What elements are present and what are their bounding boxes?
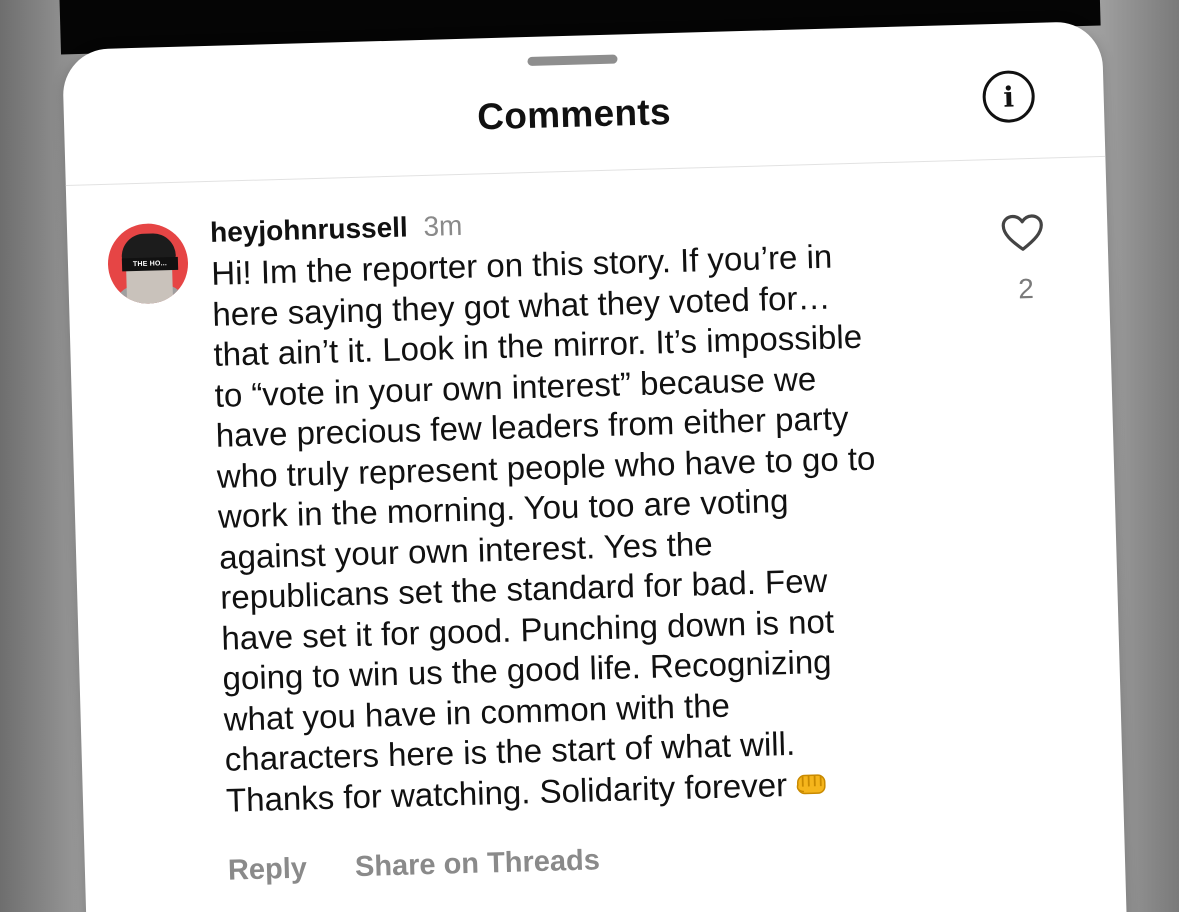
comment-username[interactable]: heyjohnrussell: [210, 211, 408, 248]
like-count: 2: [1017, 272, 1035, 305]
comments-sheet: Comments i THE HO... heyjohnrussell 3m H…: [62, 20, 1127, 912]
reply-button[interactable]: Reply: [228, 852, 308, 886]
comment-actions: Reply Share on Threads: [228, 833, 989, 887]
screenshot-scene: Comments i THE HO... heyjohnrussell 3m H…: [0, 0, 1179, 912]
comment-timestamp: 3m: [423, 209, 463, 242]
comment-text: Hi! Im the reporter on this story. If yo…: [211, 233, 987, 821]
sheet-grabber[interactable]: [527, 54, 618, 67]
avatar-badge-text: THE HO...: [121, 256, 179, 272]
heart-icon[interactable]: [1000, 213, 1045, 254]
comment-item: THE HO... heyjohnrussell 3m Hi! Im the r…: [106, 190, 1067, 887]
header-divider: [65, 155, 1106, 186]
sheet-title: Comments: [476, 91, 672, 138]
comment-body: heyjohnrussell 3m Hi! Im the reporter on…: [210, 193, 989, 888]
avatar[interactable]: THE HO...: [106, 222, 190, 305]
comment-text-content: Hi! Im the reporter on this story. If yo…: [210, 237, 876, 819]
fist-emoji-icon: [796, 773, 826, 794]
share-on-threads-button[interactable]: Share on Threads: [355, 844, 601, 883]
